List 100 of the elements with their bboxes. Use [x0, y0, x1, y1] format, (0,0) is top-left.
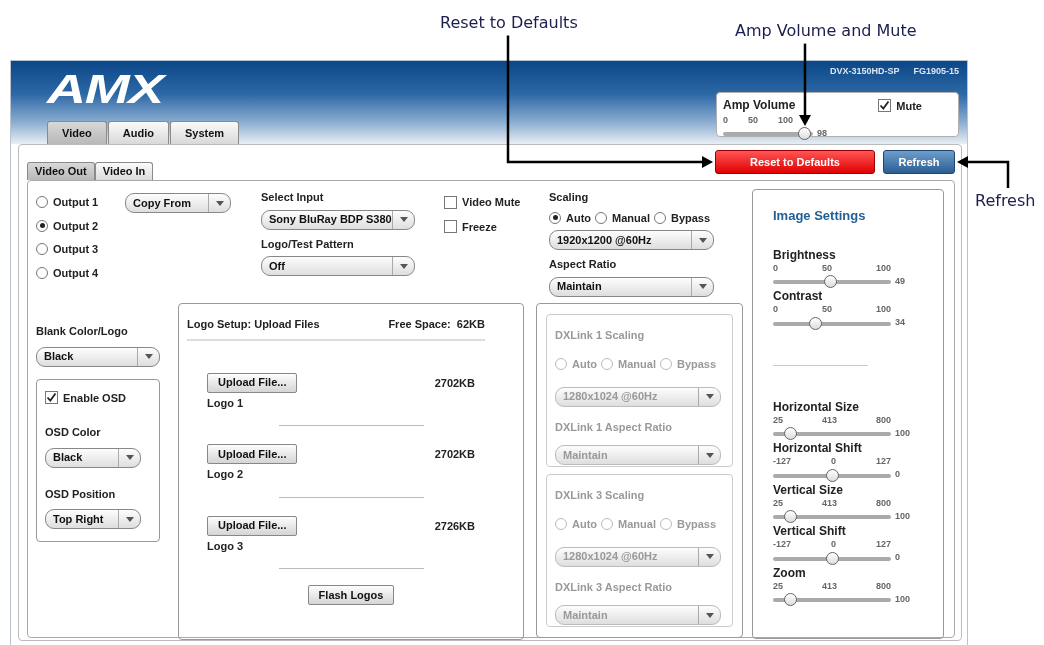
slider-thumb[interactable] — [783, 510, 797, 523]
upload-button[interactable]: Upload File... — [207, 444, 298, 464]
tab[interactable]: Video — [47, 121, 107, 144]
radio-option[interactable]: Auto — [549, 209, 592, 226]
slider-thumb[interactable] — [825, 551, 839, 565]
slider-track[interactable] — [723, 127, 813, 140]
radio-option[interactable]: Output 3 — [36, 241, 125, 258]
checkbox[interactable] — [444, 220, 457, 234]
refresh-button[interactable]: Refresh — [883, 150, 955, 174]
checkbox[interactable] — [45, 391, 58, 405]
tick-label: 100 — [875, 303, 891, 316]
dropdown[interactable]: Top Right — [45, 509, 141, 529]
tab[interactable]: Audio — [107, 121, 169, 144]
file-size: 2702KB — [434, 375, 475, 391]
logo-name: Logo 2 — [207, 467, 245, 482]
tick-label: 127 — [875, 538, 891, 551]
caret-icon — [698, 237, 707, 243]
radio-circle[interactable] — [653, 211, 666, 224]
radio-circle[interactable] — [36, 266, 48, 279]
field-label: Aspect Ratio — [549, 257, 618, 272]
checkbox[interactable] — [878, 99, 892, 113]
slider-label: Horizontal Size — [773, 400, 860, 414]
slider-thumb[interactable] — [824, 275, 838, 288]
tab[interactable]: Video Out — [27, 162, 95, 180]
tick-label: 25 — [773, 579, 783, 593]
file-size: 2726KB — [434, 518, 475, 534]
tick-label: 800 — [875, 413, 891, 427]
radio-circle[interactable] — [549, 211, 561, 224]
caret-icon — [215, 200, 224, 206]
tick-label: 100 — [777, 113, 793, 127]
slider-label: Contrast — [773, 290, 824, 303]
slider-value: 100 — [895, 426, 911, 440]
model-name: DVX-3150HD-SP — [829, 65, 900, 78]
callout-label: Reset to Defaults — [440, 14, 578, 32]
slider-track[interactable] — [773, 316, 891, 330]
flash-logos-button[interactable]: Flash Logos — [307, 585, 395, 605]
tick-label: 50 — [822, 303, 832, 316]
slider-thumb[interactable] — [798, 127, 812, 140]
upload-button[interactable]: Upload File... — [207, 515, 298, 536]
field-label: DXLink 3 Aspect Ratio — [555, 579, 673, 595]
dropdown[interactable]: Off — [261, 256, 415, 276]
tick-label: 800 — [875, 579, 891, 593]
tick-label: 0 — [831, 455, 836, 468]
radio-circle[interactable] — [36, 243, 48, 256]
dropdown[interactable]: Black — [36, 346, 160, 367]
caret-icon — [144, 354, 153, 359]
slider-track[interactable] — [773, 468, 891, 482]
tick-label: 25 — [773, 496, 783, 510]
radio-circle[interactable] — [36, 196, 48, 209]
tick-label: 100 — [875, 261, 891, 275]
slider-thumb[interactable] — [783, 427, 797, 440]
slider-track[interactable] — [773, 275, 891, 288]
slider-value: 34 — [895, 316, 905, 330]
logo-name: Logo 3 — [207, 538, 245, 554]
tick-label: 800 — [875, 496, 891, 510]
dropdown[interactable]: Maintain — [549, 276, 714, 297]
slider-thumb[interactable] — [808, 316, 822, 330]
caret-icon — [705, 452, 714, 458]
slider-value: 100 — [895, 509, 911, 523]
tab[interactable]: System — [169, 121, 240, 144]
radio-circle[interactable] — [595, 211, 608, 224]
checkbox[interactable] — [444, 195, 457, 209]
caret-icon — [125, 455, 134, 460]
field-label: Select Input — [261, 190, 325, 205]
field-label: DXLink 3 Scaling — [555, 487, 646, 503]
radio-option[interactable]: Output 2 — [36, 217, 125, 234]
slider-track[interactable] — [773, 593, 891, 606]
radio-option[interactable]: Output 1 — [36, 194, 125, 211]
tick-label: 25 — [773, 413, 783, 427]
dropdown[interactable]: Sony BluRay BDP S380 — [261, 209, 415, 230]
checkbox-option[interactable]: Freeze — [444, 218, 521, 235]
dropdown[interactable]: 1920x1200 @60Hz — [549, 230, 714, 250]
dropdown[interactable]: Copy From — [125, 193, 231, 213]
slider-track[interactable] — [773, 510, 891, 523]
checkbox-option[interactable]: Mute — [878, 97, 922, 114]
reset-button[interactable]: Reset to Defaults — [715, 150, 875, 174]
logo-name: Logo 1 — [207, 395, 245, 411]
upload-button[interactable]: Upload File... — [207, 372, 298, 393]
caret-icon — [705, 612, 714, 618]
tick-label: 0 — [723, 113, 728, 127]
field-label: OSD Color — [45, 425, 102, 440]
radio-circle[interactable] — [36, 219, 48, 232]
field-label: Blank Color/Logo — [36, 324, 129, 339]
tick-label: -127 — [773, 538, 791, 551]
radio-option[interactable]: Output 4 — [36, 264, 125, 281]
slider-value: 0 — [895, 551, 900, 565]
checkbox-option[interactable]: Enable OSD — [45, 389, 151, 406]
slider-track[interactable] — [773, 551, 891, 565]
tick-label: 413 — [821, 496, 837, 510]
checkmark-icon — [46, 392, 57, 404]
tab[interactable]: Video In — [94, 162, 154, 180]
caret-icon — [399, 217, 408, 222]
slider-thumb[interactable] — [783, 593, 797, 606]
radio-option[interactable]: Bypass — [653, 209, 711, 226]
radio-option[interactable]: Manual — [595, 209, 650, 226]
checkbox-option[interactable]: Video Mute — [444, 194, 521, 211]
slider-track[interactable] — [773, 427, 891, 440]
slider-label: Horizontal Shift — [773, 442, 863, 455]
dropdown[interactable]: Black — [45, 447, 141, 468]
slider-thumb[interactable] — [825, 468, 839, 482]
